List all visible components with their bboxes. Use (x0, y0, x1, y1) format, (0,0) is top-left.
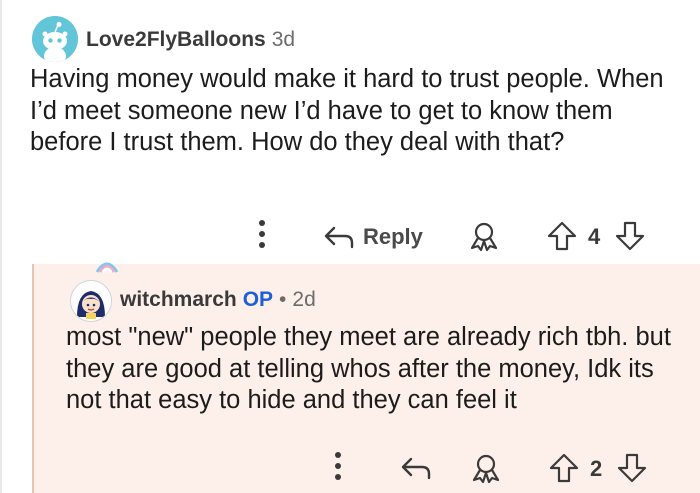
more-vertical-icon (259, 220, 265, 226)
snoo-avatar-icon (32, 16, 78, 62)
reply-body: most "new" people they meet are already … (66, 323, 671, 414)
upvote-button[interactable] (548, 452, 580, 489)
vote-score: 4 (588, 224, 601, 249)
award-icon (472, 454, 500, 484)
vote-score: 2 (590, 456, 603, 481)
award-button[interactable] (468, 220, 500, 257)
reply-comment: witchmarch OP • 2d most "new" people they m… (32, 262, 700, 493)
upvote-button[interactable] (546, 220, 578, 257)
timestamp: 3d (271, 28, 296, 51)
pride-accessory-icon (95, 262, 119, 273)
reply-arrow-icon (324, 226, 354, 249)
reply-button[interactable] (400, 452, 432, 489)
op-badge: OP (242, 288, 274, 311)
reply-label: Reply (363, 224, 423, 249)
downvote-arrow-icon (617, 453, 647, 483)
username[interactable]: Love2FlyBalloons (86, 28, 266, 51)
separator: • (279, 288, 287, 311)
username[interactable]: witchmarch (120, 288, 237, 311)
more-options-button[interactable] (256, 220, 268, 252)
witch-avatar-icon (71, 281, 111, 321)
downvote-button[interactable] (614, 220, 646, 257)
avatar[interactable] (70, 280, 112, 322)
comment-body: Having money would make it hard to trust… (30, 65, 664, 156)
downvote-button[interactable] (616, 452, 648, 489)
upvote-arrow-icon (549, 453, 579, 483)
reply-meta: witchmarch OP • 2d (120, 288, 316, 312)
more-vertical-icon (335, 452, 341, 458)
reply-button[interactable]: Reply (323, 220, 423, 254)
downvote-arrow-icon (615, 221, 645, 251)
award-button[interactable] (470, 452, 502, 489)
timestamp: 2d (292, 288, 316, 311)
more-options-button[interactable] (332, 452, 344, 484)
comment: Love2FlyBalloons 3d Having money would ma… (0, 0, 700, 264)
comment-meta: Love2FlyBalloons 3d (86, 28, 295, 52)
avatar[interactable] (32, 16, 78, 62)
reply-arrow-icon (401, 457, 431, 480)
upvote-arrow-icon (547, 221, 577, 251)
award-icon (470, 222, 498, 252)
